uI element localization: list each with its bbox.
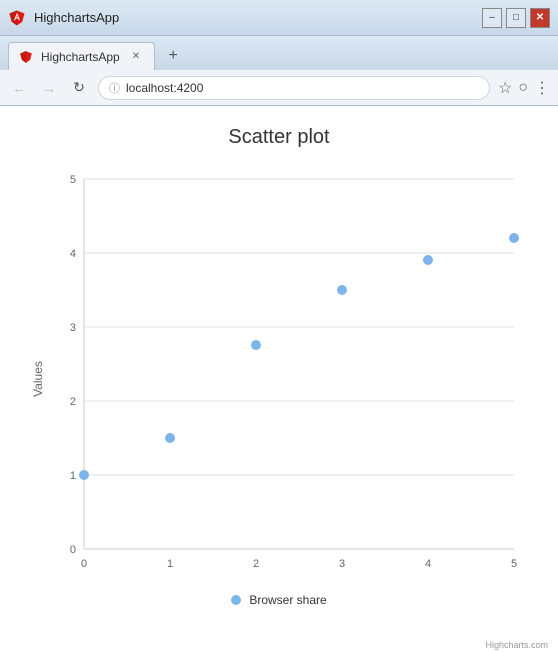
scatter-chart: Values 0 1 2 3 4 xyxy=(24,159,534,589)
x-tick-4: 4 xyxy=(425,558,431,570)
y-tick-3: 3 xyxy=(70,322,76,334)
page-content: Scatter plot Values xyxy=(0,106,558,652)
refresh-button[interactable]: ↻ xyxy=(68,77,90,99)
y-tick-5: 5 xyxy=(70,174,76,186)
data-point-5 xyxy=(509,233,519,243)
menu-icon[interactable]: ⋮ xyxy=(534,78,550,98)
data-point-1 xyxy=(165,433,175,443)
x-tick-3: 3 xyxy=(339,558,345,570)
y-tick-4: 4 xyxy=(70,248,76,260)
tab-favicon xyxy=(19,50,33,64)
url-text: localhost:4200 xyxy=(126,81,203,95)
secure-icon: ⓘ xyxy=(109,80,120,96)
chart-legend: Browser share xyxy=(10,593,548,607)
profile-icon[interactable]: ○ xyxy=(518,79,528,97)
active-tab[interactable]: HighchartsApp ✕ xyxy=(8,42,155,70)
chart-container: Scatter plot Values xyxy=(0,106,558,652)
x-tick-5: 5 xyxy=(511,558,517,570)
chart-title: Scatter plot xyxy=(10,126,548,149)
new-tab-button[interactable]: + xyxy=(159,44,187,68)
maximize-button[interactable]: □ xyxy=(506,8,526,28)
app-icon xyxy=(8,9,26,27)
url-input[interactable]: ⓘ localhost:4200 xyxy=(98,76,490,100)
tab-title: HighchartsApp xyxy=(41,50,120,64)
y-tick-2: 2 xyxy=(70,396,76,408)
browser-window: HighchartsApp – □ ✕ HighchartsApp ✕ + ← … xyxy=(0,0,558,652)
legend-dot xyxy=(231,595,241,605)
address-actions: ☆ ○ ⋮ xyxy=(498,78,550,98)
tab-bar: HighchartsApp ✕ + xyxy=(0,36,558,70)
forward-button[interactable]: → xyxy=(38,77,60,99)
minimize-button[interactable]: – xyxy=(482,8,502,28)
x-tick-1: 1 xyxy=(167,558,173,570)
window-title: HighchartsApp xyxy=(34,10,474,25)
data-point-2 xyxy=(251,340,261,350)
legend-label: Browser share xyxy=(249,593,326,607)
highcharts-credit: Highcharts.com xyxy=(485,640,548,650)
back-button[interactable]: ← xyxy=(8,77,30,99)
y-tick-0: 0 xyxy=(70,544,76,556)
window-controls: – □ ✕ xyxy=(482,8,550,28)
data-point-4 xyxy=(423,255,433,265)
y-axis-label: Values xyxy=(31,361,45,397)
data-point-3 xyxy=(337,285,347,295)
data-point-0 xyxy=(79,470,89,480)
tab-close-button[interactable]: ✕ xyxy=(132,51,140,62)
close-button[interactable]: ✕ xyxy=(530,8,550,28)
address-bar: ← → ↻ ⓘ localhost:4200 ☆ ○ ⋮ xyxy=(0,70,558,106)
title-bar: HighchartsApp – □ ✕ xyxy=(0,0,558,36)
bookmark-icon[interactable]: ☆ xyxy=(498,78,512,98)
x-tick-2: 2 xyxy=(253,558,259,570)
x-tick-0: 0 xyxy=(81,558,87,570)
y-tick-1: 1 xyxy=(70,470,76,482)
